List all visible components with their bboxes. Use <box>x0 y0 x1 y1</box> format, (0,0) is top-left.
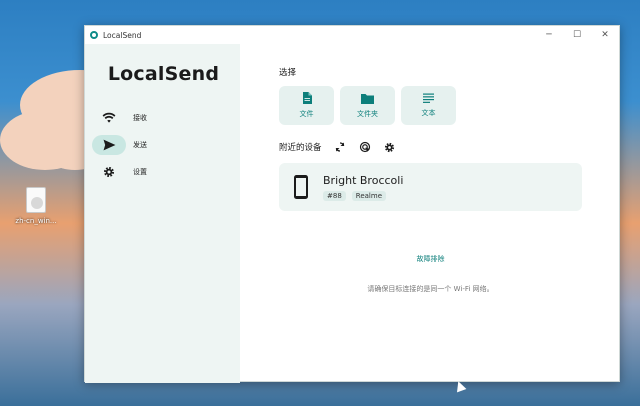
pick-folder-button[interactable]: 文件夹 <box>340 86 395 125</box>
device-id-badge: #88 <box>323 190 346 201</box>
nearby-settings-button[interactable] <box>382 139 398 155</box>
scan-target-button[interactable] <box>357 139 373 155</box>
sidebar: LocalSend 接收 发送 设置 <box>85 44 240 383</box>
folder-icon <box>361 93 374 104</box>
localsend-window: LocalSend ─ ☐ ✕ LocalSend 接收 发送 设置 选择 文件… <box>84 25 620 383</box>
file-icon <box>26 187 46 213</box>
sidebar-item-label: 设置 <box>133 167 147 176</box>
pick-text-label: 文本 <box>421 109 436 117</box>
gear-icon <box>384 142 395 152</box>
pick-text-button[interactable]: 文本 <box>401 86 456 125</box>
device-model-badge: Realme <box>351 190 386 201</box>
app-logo-icon <box>90 31 98 39</box>
pick-file-button[interactable]: 文件 <box>279 86 334 125</box>
brand-title: LocalSend <box>107 63 220 85</box>
nearby-devices-title: 附近的设备 <box>279 143 322 153</box>
refresh-icon <box>335 142 344 152</box>
pick-file-label: 文件 <box>299 110 314 118</box>
send-icon <box>92 134 126 155</box>
smartphone-icon <box>294 175 308 199</box>
wifi-icon <box>92 108 126 128</box>
nearby-devices-header: 附近的设备 <box>279 139 619 155</box>
close-button[interactable]: ✕ <box>591 26 619 44</box>
target-cursor-icon <box>359 141 370 153</box>
minimize-button[interactable]: ─ <box>535 26 563 44</box>
sidebar-item-receive[interactable]: 接收 <box>85 104 240 131</box>
pick-folder-label: 文件夹 <box>357 109 378 118</box>
window-title: LocalSend <box>103 30 142 40</box>
device-card[interactable]: Bright Broccoli #88 Realme <box>279 163 582 211</box>
desktop-file-label: zh-cn_win... <box>15 217 57 225</box>
pick-options: 文件 文件夹 文本 <box>279 86 619 125</box>
refresh-button[interactable] <box>332 139 348 155</box>
sidebar-nav: 接收 发送 设置 <box>85 104 240 185</box>
sidebar-item-settings[interactable]: 设置 <box>85 158 240 185</box>
title-bar[interactable]: LocalSend ─ ☐ ✕ <box>85 26 619 44</box>
file-icon <box>302 92 312 104</box>
sidebar-item-label: 接收 <box>133 113 147 122</box>
main-panel: 选择 文件 文件夹 文本 附近的设备 Bright Broccoli #88 R… <box>240 44 619 383</box>
select-section-title: 选择 <box>279 68 297 78</box>
network-hint: 请确保目标连接的是同一个 Wi-Fi 网络。 <box>367 285 494 293</box>
sidebar-item-label: 发送 <box>133 140 147 149</box>
text-icon <box>423 93 434 103</box>
desktop-file-icon[interactable]: zh-cn_win... <box>12 187 60 225</box>
sidebar-item-send[interactable]: 发送 <box>85 131 240 158</box>
gear-icon <box>92 162 126 182</box>
troubleshoot-link[interactable]: 故障排除 <box>279 254 582 264</box>
maximize-button[interactable]: ☐ <box>563 26 591 44</box>
device-name: Bright Broccoli <box>323 173 404 187</box>
